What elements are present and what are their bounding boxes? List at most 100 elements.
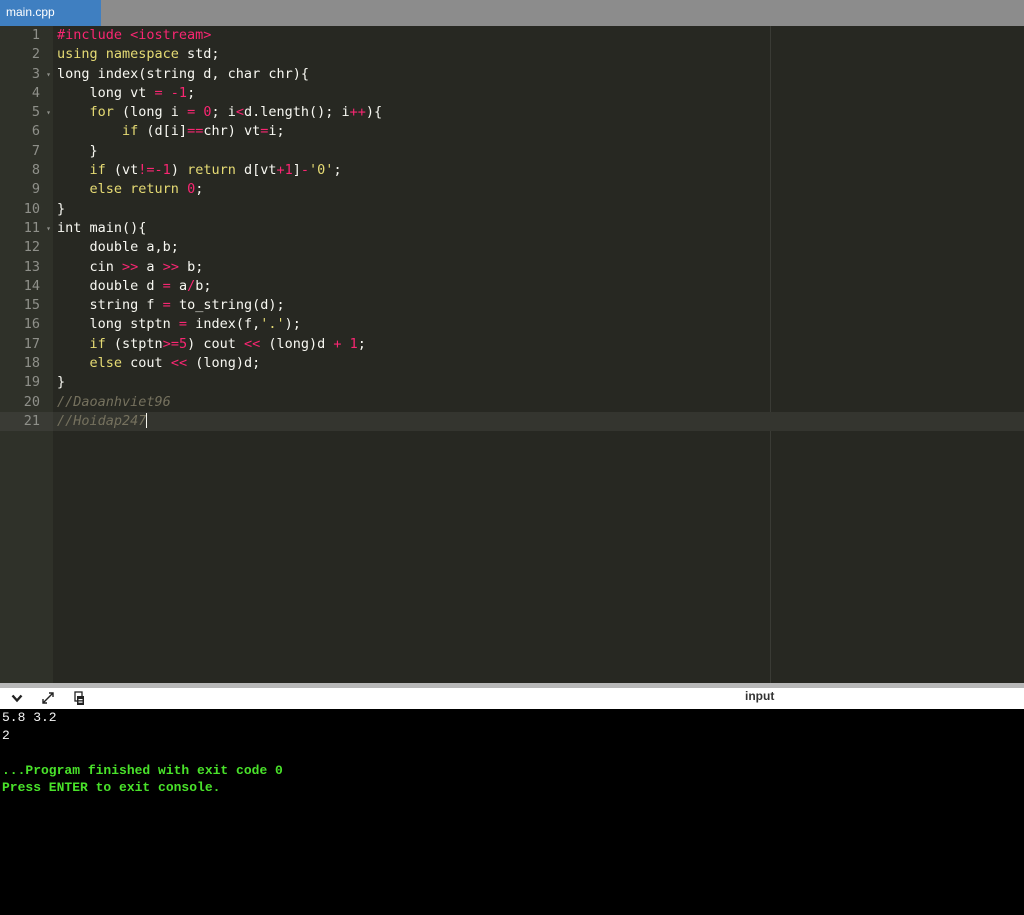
code-token: //Hoidap247: [57, 412, 147, 429]
code-token: }: [57, 374, 66, 391]
code-token: ;: [195, 181, 204, 198]
code-token: ]: [292, 162, 301, 179]
code-line[interactable]: 4 long vt = -1;: [0, 84, 1024, 103]
line-number: 8: [31, 162, 40, 179]
code-token: ){: [365, 104, 383, 121]
code-token: 0: [187, 181, 196, 198]
line-number: 21: [0, 411, 53, 432]
code-line[interactable]: 14 double d = a/b;: [0, 277, 1024, 296]
fold-arrow-icon[interactable]: ▾: [44, 103, 53, 122]
code-line[interactable]: 3 ▾ long index(string d, char chr){: [0, 65, 1024, 84]
code-text: string f = to_string(d);: [57, 296, 285, 315]
code-token: i;: [268, 123, 285, 140]
console-output[interactable]: 5.8 3.2 2 ...Program finished with exit co…: [0, 709, 1024, 915]
line-number: 18: [23, 355, 40, 372]
code-line[interactable]: 9 else return 0;: [0, 180, 1024, 199]
code-text: int main(){: [57, 219, 146, 238]
code-text: if (d[i]==chr) vt=i;: [57, 122, 285, 141]
code-token: ++: [349, 104, 366, 121]
code-line[interactable]: 20 //Daoanhviet96: [0, 393, 1024, 412]
code-token: <<: [243, 335, 261, 352]
code-token: if: [122, 123, 139, 140]
code-token: d[vt: [235, 162, 277, 179]
code-text: double a,b;: [57, 238, 179, 257]
console-line: Press ENTER to exit console.: [2, 780, 221, 795]
code-token: /: [187, 277, 196, 294]
fold-arrow-icon[interactable]: ▾: [44, 219, 53, 238]
code-line[interactable]: 8 if (vt!=-1) return d[vt+1]-'0';: [0, 161, 1024, 180]
line-number: 9: [31, 181, 40, 198]
code-token: -: [300, 162, 310, 179]
code-lines[interactable]: 1 #include <iostream> 2 using namespace std…: [0, 26, 1024, 432]
code-line[interactable]: 10}: [0, 200, 1024, 219]
console-line: ...Program finished with exit code 0: [2, 762, 283, 778]
code-token: }: [57, 200, 66, 217]
code-line[interactable]: 16 long stptn = index(f,'.');: [0, 315, 1024, 334]
console-line: 5.8 3.2: [2, 710, 57, 725]
code-token: cout: [122, 355, 171, 372]
code-line[interactable]: 7 }: [0, 142, 1024, 161]
code-line[interactable]: 6 if (d[i]==chr) vt=i;: [0, 122, 1024, 141]
line-number: 2: [31, 46, 40, 63]
code-text: }: [57, 200, 65, 219]
line-number: 7: [31, 142, 40, 159]
code-line[interactable]: 1 #include <iostream>: [0, 26, 1024, 45]
code-token: ;: [357, 335, 366, 352]
code-token: double d: [57, 277, 163, 294]
code-line[interactable]: 21//Hoidap247: [0, 411, 1024, 432]
code-token: ;: [333, 162, 342, 179]
line-number: 12: [23, 239, 40, 256]
code-token: long vt: [57, 84, 155, 101]
input-label[interactable]: input: [745, 689, 774, 703]
code-text: }: [57, 373, 65, 392]
code-token: else: [89, 355, 123, 372]
code-token: int main(){: [57, 219, 147, 236]
code-text: //Daoanhviet96: [57, 393, 171, 412]
line-number: 17: [23, 335, 40, 352]
code-token: d.length(); i: [243, 104, 350, 121]
line-number: 1: [31, 27, 40, 43]
code-text: if (stptn>=5) cout << (long)d + 1;: [57, 335, 366, 354]
code-text: #include <iostream>: [57, 26, 211, 45]
line-number: 14: [23, 277, 40, 294]
code-token: //Daoanhviet96: [57, 393, 171, 410]
code-token: <: [235, 104, 244, 121]
code-token: =: [162, 277, 171, 294]
code-line[interactable]: 5 ▾ for (long i = 0; i<d.length(); i++){: [0, 103, 1024, 122]
code-token: ;: [187, 84, 196, 101]
code-token: chr) vt: [203, 123, 261, 140]
chevron-down-icon[interactable]: [9, 690, 25, 706]
code-token: <<: [170, 355, 188, 372]
code-token: for: [89, 104, 114, 121]
code-token: = -1: [154, 84, 188, 101]
line-number: 6: [31, 123, 40, 140]
code-text: //Hoidap247: [57, 412, 148, 431]
code-token: else return: [89, 181, 179, 198]
copy-icon[interactable]: [71, 690, 87, 706]
fold-arrow-icon[interactable]: ▾: [44, 65, 53, 84]
tab-bar: main.cpp: [0, 0, 1024, 26]
code-line[interactable]: 13 cin >> a >> b;: [0, 258, 1024, 277]
code-token: ) cout: [187, 335, 244, 352]
line-number: 15: [23, 297, 40, 314]
code-line[interactable]: 18 else cout << (long)d;: [0, 354, 1024, 373]
code-line[interactable]: 19}: [0, 373, 1024, 392]
code-editor[interactable]: 1 #include <iostream> 2 using namespace std…: [0, 26, 1024, 683]
code-line[interactable]: 12 double a,b;: [0, 238, 1024, 257]
code-line[interactable]: 11 ▾ int main(){: [0, 219, 1024, 238]
code-token: (long i: [113, 104, 188, 121]
console-line: 2: [2, 727, 10, 743]
code-text: long stptn = index(f,'.');: [57, 315, 301, 334]
code-text: cin >> a >> b;: [57, 258, 204, 277]
code-line[interactable]: 17 if (stptn>=5) cout << (long)d + 1;: [0, 335, 1024, 354]
code-line[interactable]: 2 using namespace std;: [0, 45, 1024, 64]
code-line[interactable]: 15 string f = to_string(d);: [0, 296, 1024, 315]
tab-main-cpp[interactable]: main.cpp: [0, 0, 101, 26]
expand-icon[interactable]: [40, 690, 56, 706]
